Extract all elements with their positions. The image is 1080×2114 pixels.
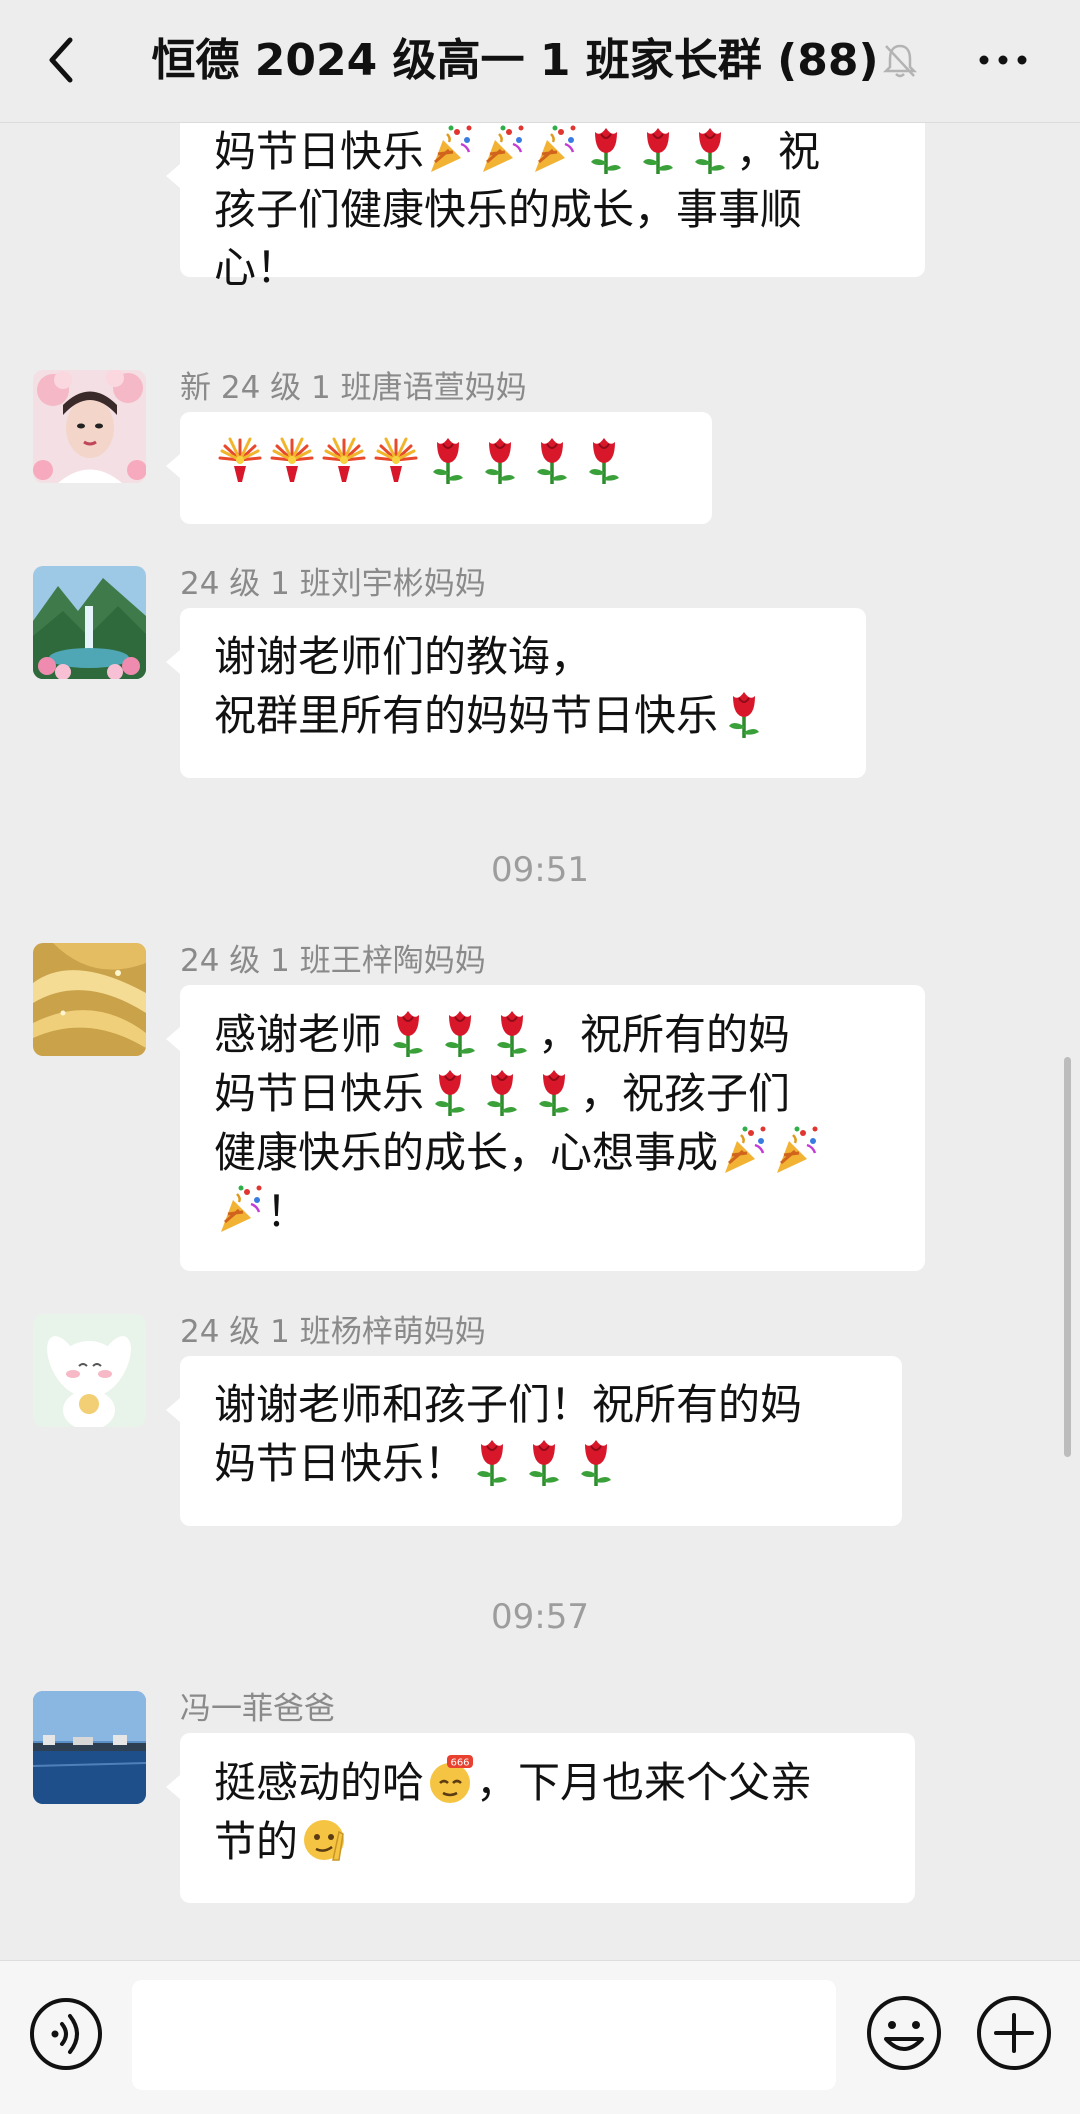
sender-name: 24 级 1 班刘宇彬妈妈 <box>180 566 486 602</box>
message-bubble[interactable]: 谢谢老师们的教诲， 祝群里所有的妈妈节日快乐 <box>166 608 866 778</box>
party-popper-icon <box>477 122 527 176</box>
message-bubble[interactable] <box>166 412 712 524</box>
chat-header: 恒德 2024 级高一 1 班家长群 (88) <box>0 0 1080 123</box>
avatar[interactable] <box>33 370 146 483</box>
rose-icon <box>579 432 629 486</box>
rose-icon <box>527 432 577 486</box>
message-line: ！ <box>214 1182 893 1241</box>
rose-icon <box>475 432 525 486</box>
rose-icon <box>477 1064 527 1118</box>
rose-icon <box>435 1005 485 1059</box>
message-line: 心！ <box>214 243 299 292</box>
sender-name: 冯一菲爸爸 <box>180 1691 335 1727</box>
message-line: 感谢老师 ，祝所有的妈 <box>214 1005 893 1064</box>
rose-icon <box>423 432 473 486</box>
party-popper-icon <box>771 1123 821 1177</box>
message-line: 谢谢老师和孩子们！祝所有的妈 <box>214 1380 803 1429</box>
message-bubble[interactable]: 妈节日快乐 ，祝 孩子们健康快乐的成长，事事顺 心！ <box>166 122 925 292</box>
message-list[interactable]: 妈节日快乐 ，祝 孩子们健康快乐的成长，事事顺 心！ 新 24 级 1 班唐语萱妈… <box>0 122 1080 1960</box>
timestamp: 09:57 <box>491 1597 589 1637</box>
party-popper-icon <box>425 122 475 176</box>
plus-button[interactable] <box>974 1993 1054 2073</box>
rose-icon <box>633 122 683 176</box>
rose-icon <box>519 1434 569 1488</box>
sender-name: 新 24 级 1 班唐语萱妈妈 <box>180 370 527 406</box>
chat-title: 恒德 2024 级高一 1 班家长群 (88) <box>151 35 879 86</box>
emoji-button[interactable] <box>864 1993 944 2073</box>
fireworks-icon <box>371 432 421 486</box>
sender-name: 24 级 1 班杨梓萌妈妈 <box>180 1314 486 1350</box>
party-popper-icon <box>719 1123 769 1177</box>
avatar[interactable] <box>33 1314 146 1427</box>
rose-icon <box>529 1064 579 1118</box>
smart-face-icon <box>304 1820 345 1861</box>
party-popper-icon <box>529 122 579 176</box>
rose-icon <box>487 1005 537 1059</box>
message-input[interactable] <box>132 1980 836 2090</box>
back-button[interactable] <box>40 30 80 90</box>
message-line: 健康快乐的成长，心想事成 <box>214 1123 893 1182</box>
bell-muted-icon <box>882 44 918 78</box>
rose-icon <box>467 1434 517 1488</box>
emoji-666-icon: 666 <box>430 1755 474 1803</box>
avatar[interactable] <box>33 943 146 1056</box>
message-bubble[interactable]: 谢谢老师和孩子们！祝所有的妈 妈节日快乐！ <box>166 1356 902 1526</box>
message-line: 节的 <box>214 1812 883 1871</box>
fireworks-icon <box>267 432 317 486</box>
timestamp: 09:51 <box>491 850 589 890</box>
more-button[interactable] <box>975 38 1031 82</box>
fireworks-icon <box>215 432 265 486</box>
message-line: 谢谢老师们的教诲， <box>214 632 593 681</box>
party-popper-icon <box>215 1182 265 1236</box>
rose-icon <box>571 1434 621 1488</box>
rose-icon <box>685 122 735 176</box>
message-line: 妈节日快乐！ <box>214 1434 870 1493</box>
message-line: 妈节日快乐 ，祝 <box>214 122 893 181</box>
message-bubble[interactable]: 挺感动的哈 666 ，下月也来个父亲 节的 <box>166 1733 915 1903</box>
voice-button[interactable] <box>28 1996 104 2072</box>
rose-icon <box>383 1005 433 1059</box>
message-line: 孩子们健康快乐的成长，事事顺 <box>214 185 803 234</box>
svg-text:666: 666 <box>450 1758 469 1769</box>
input-bar <box>0 1960 1080 2114</box>
message-line: 挺感动的哈 666 ，下月也来个父亲 <box>214 1753 883 1812</box>
message-line: 妈节日快乐 ，祝孩子们 <box>214 1064 893 1123</box>
avatar[interactable] <box>33 566 146 679</box>
message-line: 祝群里所有的妈妈节日快乐 <box>214 686 834 745</box>
scrollbar[interactable] <box>1064 1057 1071 1457</box>
rose-icon <box>719 686 769 740</box>
avatar[interactable] <box>33 1691 146 1804</box>
rose-icon <box>425 1064 475 1118</box>
message-bubble[interactable]: 感谢老师 ，祝所有的妈 妈节日快乐 ，祝孩子们 健康快乐的成长，心想事成 ！ <box>166 985 925 1271</box>
sender-name: 24 级 1 班王梓陶妈妈 <box>180 943 486 979</box>
rose-icon <box>581 122 631 176</box>
message-line <box>214 432 680 491</box>
fireworks-icon <box>319 432 369 486</box>
